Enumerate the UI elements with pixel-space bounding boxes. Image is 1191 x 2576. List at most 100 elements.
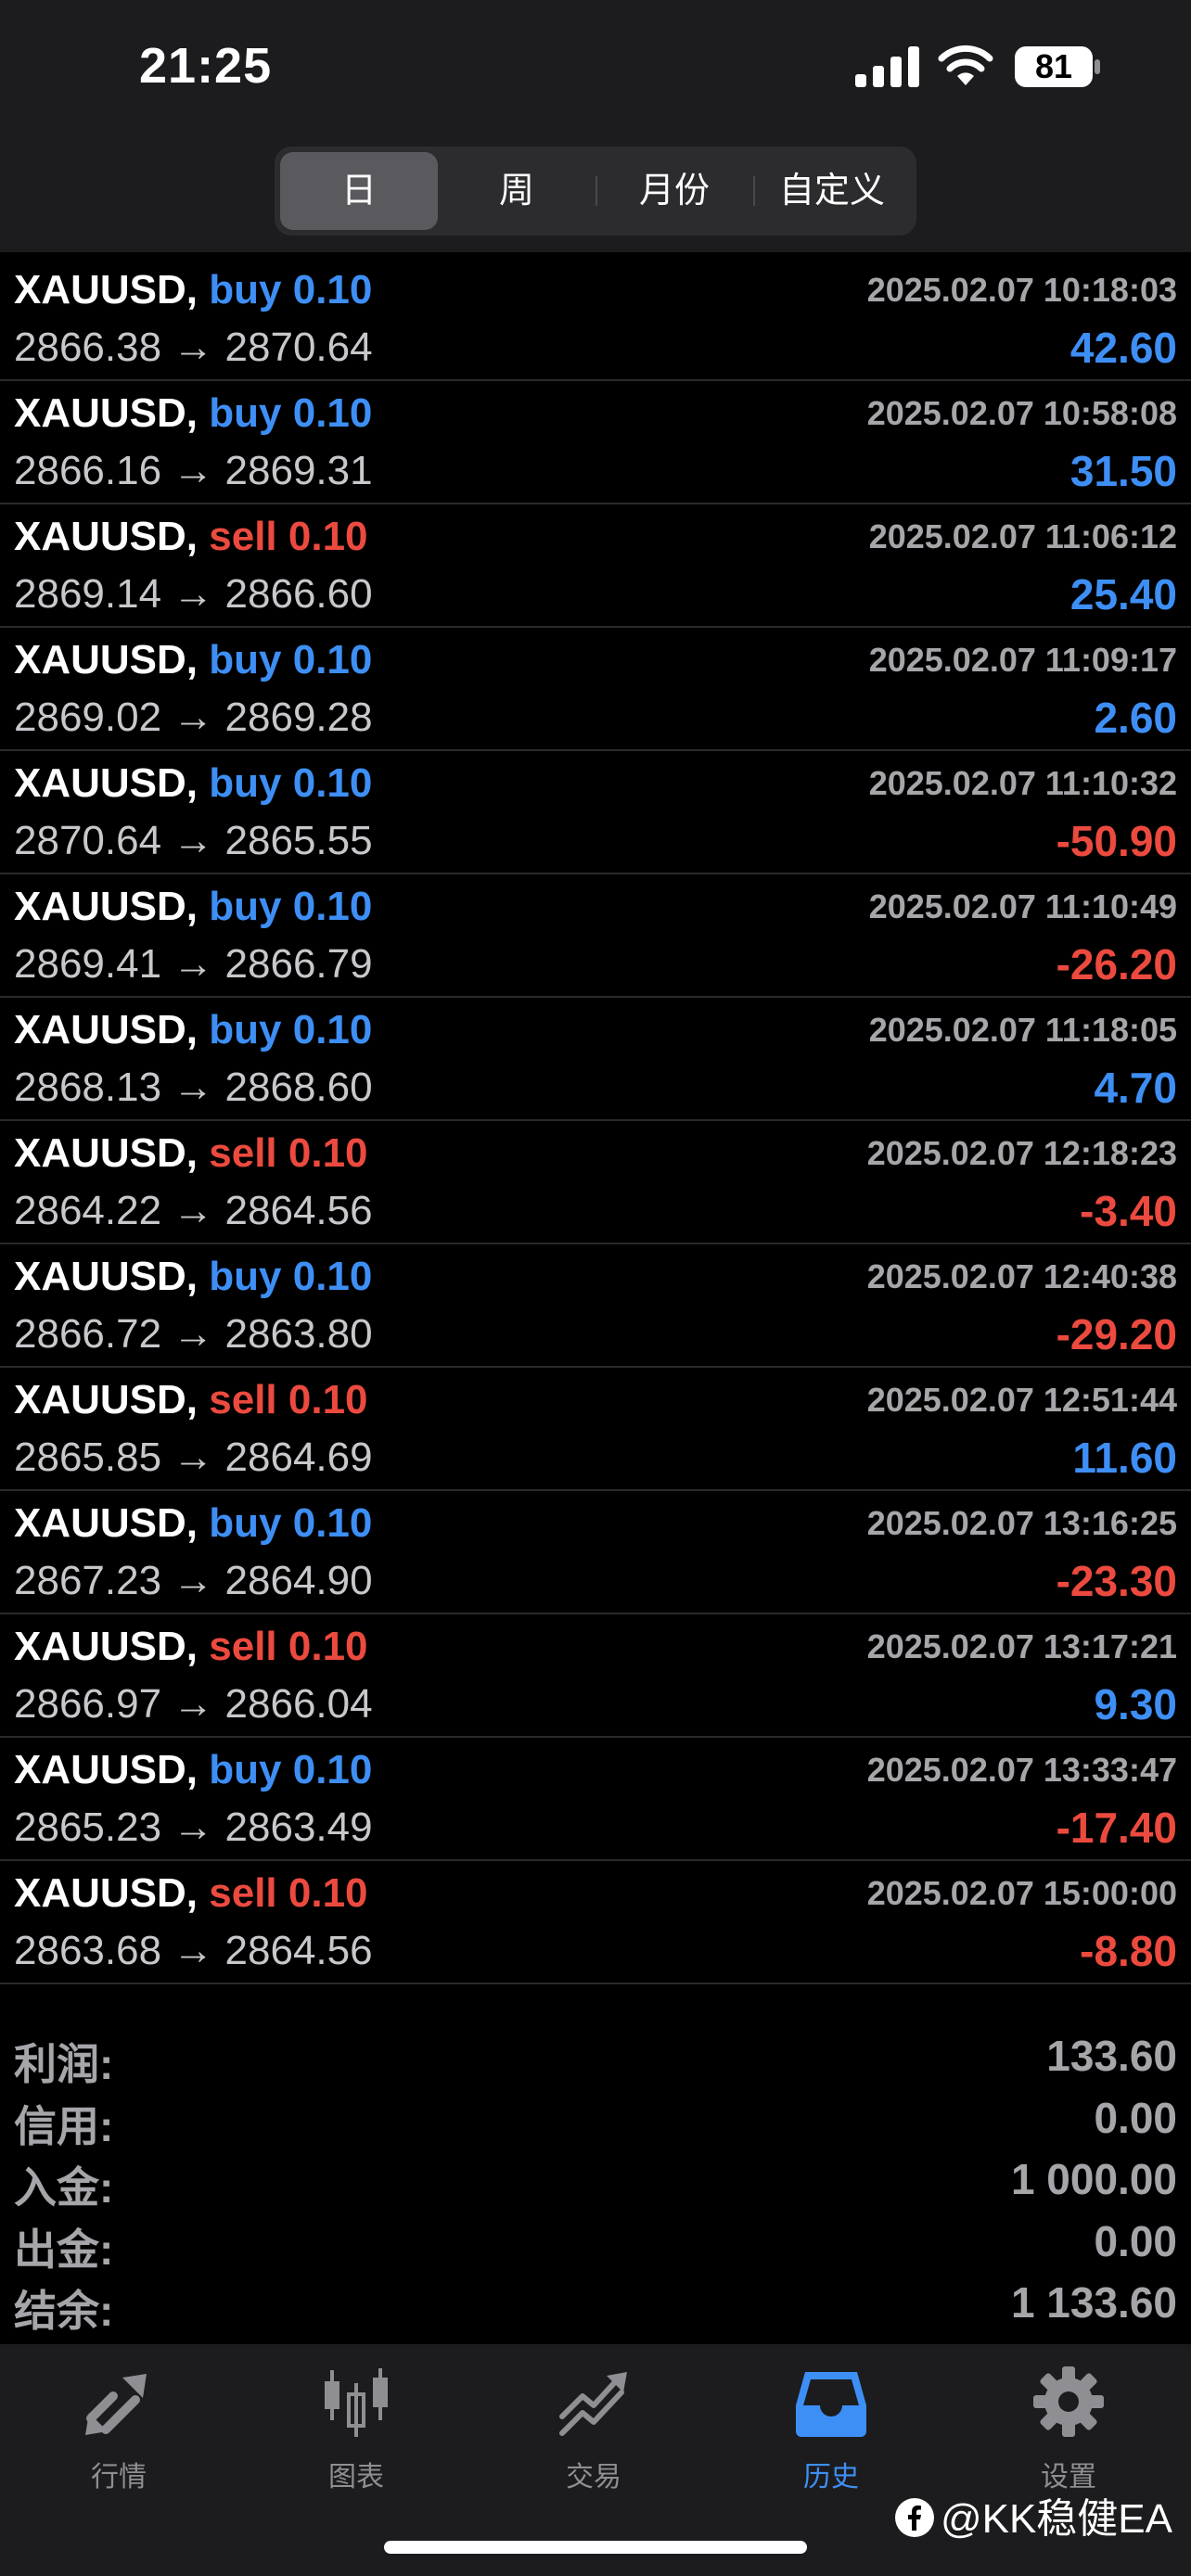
trade-prices: 2866.97 → 2866.04 — [14, 1681, 373, 1728]
summary-value: 1 133.60 — [1010, 2278, 1177, 2327]
trade-row[interactable]: XAUUSD, sell 0.10 2866.97 → 2866.04 2025.0… — [0, 1614, 1191, 1738]
tab-trade[interactable]: 交易 — [475, 2344, 712, 2502]
trade-side: buy — [209, 760, 282, 806]
trade-profit: -26.20 — [1056, 940, 1177, 988]
trade-row[interactable]: XAUUSD, sell 0.10 2863.68 → 2864.56 2025.0… — [0, 1861, 1191, 1984]
trade-volume: 0.10 — [288, 1377, 368, 1422]
trade-symbol: XAUUSD, — [14, 1130, 198, 1176]
trade-row[interactable]: XAUUSD, buy 0.10 2866.16 → 2869.31 2025.02… — [0, 381, 1191, 504]
arrow-right-icon: → — [173, 571, 214, 617]
trade-row[interactable]: XAUUSD, buy 0.10 2869.41 → 2866.79 2025.02… — [0, 874, 1191, 998]
trade-prices: 2869.14 → 2866.60 — [14, 571, 373, 618]
trade-prices: 2864.22 → 2864.56 — [14, 1188, 373, 1234]
trade-side: buy — [209, 884, 282, 929]
quotes-arrows-icon — [85, 2374, 147, 2435]
period-tab-week[interactable]: 周 — [438, 152, 596, 230]
arrow-right-icon: → — [173, 1435, 214, 1480]
trade-open-price: 2865.23 — [14, 1804, 162, 1850]
trade-prices: 2865.23 → 2863.49 — [14, 1804, 373, 1851]
trade-title: XAUUSD, sell 0.10 — [14, 1130, 368, 1177]
trade-symbol: XAUUSD, — [14, 1747, 198, 1792]
period-segmented-control: 日 周 月份 自定义 — [275, 147, 916, 236]
trade-volume: 0.10 — [292, 760, 373, 806]
trade-title: XAUUSD, buy 0.10 — [14, 1254, 372, 1300]
trade-close-price: 2863.49 — [224, 1804, 373, 1850]
cellular-signal-icon — [855, 46, 919, 87]
trade-volume: 0.10 — [288, 1130, 368, 1176]
trade-prices: 2863.68 → 2864.56 — [14, 1928, 373, 1974]
trade-row[interactable]: XAUUSD, buy 0.10 2867.23 → 2864.90 2025.02… — [0, 1491, 1191, 1614]
trade-open-price: 2869.02 — [14, 695, 162, 740]
period-tab-day[interactable]: 日 — [280, 152, 438, 230]
trade-prices: 2866.38 → 2870.64 — [14, 325, 373, 371]
tab-history[interactable]: 历史 — [712, 2344, 950, 2502]
trade-open-price: 2866.38 — [14, 325, 162, 370]
trade-symbol: XAUUSD, — [14, 884, 198, 929]
trade-profit: 9.30 — [1094, 1680, 1177, 1728]
summary-row: 出金: 0.00 — [0, 2211, 1191, 2274]
arrow-right-icon: → — [173, 1311, 214, 1357]
trade-close-price: 2866.04 — [224, 1681, 373, 1727]
trade-title: XAUUSD, buy 0.10 — [14, 760, 372, 807]
trade-side: buy — [209, 267, 282, 312]
trade-open-price: 2864.22 — [14, 1188, 162, 1233]
trade-prices: 2869.02 → 2869.28 — [14, 695, 373, 741]
trade-row[interactable]: XAUUSD, buy 0.10 2869.02 → 2869.28 2025.02… — [0, 628, 1191, 751]
trade-symbol: XAUUSD, — [14, 760, 198, 806]
trade-title: XAUUSD, buy 0.10 — [14, 637, 372, 683]
trade-title: XAUUSD, buy 0.10 — [14, 1500, 372, 1547]
trade-symbol: XAUUSD, — [14, 1870, 198, 1916]
summary-value: 133.60 — [1046, 2032, 1177, 2080]
trade-row[interactable]: XAUUSD, buy 0.10 2865.23 → 2863.49 2025.02… — [0, 1738, 1191, 1861]
arrow-right-icon: → — [173, 941, 214, 987]
trade-row[interactable]: XAUUSD, buy 0.10 2866.38 → 2870.64 2025.02… — [0, 258, 1191, 381]
tab-quotes[interactable]: 行情 — [0, 2344, 237, 2502]
tab-quotes-label: 行情 — [91, 2462, 147, 2493]
trade-title: XAUUSD, buy 0.10 — [14, 1747, 372, 1793]
trade-prices: 2866.16 → 2869.31 — [14, 448, 373, 494]
header: 21:25 81 日 周 月份 自定义 — [0, 0, 1191, 252]
period-tab-month[interactable]: 月份 — [596, 152, 753, 230]
trade-symbol: XAUUSD, — [14, 1254, 198, 1299]
summary-value: 0.00 — [1094, 2216, 1177, 2265]
arrow-right-icon: → — [173, 818, 214, 863]
trade-volume: 0.10 — [292, 1254, 373, 1299]
account-summary: 利润: 133.60 信用: 0.00 入金: 1 000.00 出金: 0.00 结余: 1 1… — [0, 2025, 1191, 2335]
trade-volume: 0.10 — [292, 390, 373, 436]
trade-prices: 2867.23 → 2864.90 — [14, 1558, 373, 1604]
summary-label: 利润: — [14, 2040, 114, 2088]
tab-settings[interactable]: 设置 — [950, 2344, 1187, 2502]
summary-row: 信用: 0.00 — [0, 2087, 1191, 2150]
trade-title: XAUUSD, buy 0.10 — [14, 884, 372, 930]
trade-close-price: 2866.79 — [224, 941, 373, 987]
trade-time: 2025.02.07 11:09:17 — [868, 641, 1177, 679]
trade-symbol: XAUUSD, — [14, 267, 198, 312]
trade-close-price: 2866.60 — [224, 571, 373, 617]
trade-profit: 25.40 — [1069, 570, 1177, 618]
wifi-icon — [938, 45, 993, 85]
trade-open-price: 2869.41 — [14, 941, 162, 987]
trade-time: 2025.02.07 12:51:44 — [866, 1381, 1177, 1419]
trade-close-price: 2869.31 — [224, 448, 373, 493]
trade-row[interactable]: XAUUSD, buy 0.10 2870.64 → 2865.55 2025.02… — [0, 751, 1191, 874]
trade-prices: 2868.13 → 2868.60 — [14, 1065, 373, 1111]
tab-charts-label: 图表 — [328, 2462, 384, 2493]
status-time: 21:25 — [139, 38, 273, 94]
trade-prices: 2865.85 → 2864.69 — [14, 1435, 373, 1481]
trade-time: 2025.02.07 15:00:00 — [866, 1874, 1177, 1912]
tab-charts[interactable]: 图表 — [237, 2344, 475, 2502]
trade-volume: 0.10 — [292, 884, 373, 929]
trade-time: 2025.02.07 11:18:05 — [868, 1011, 1177, 1049]
trade-symbol: XAUUSD, — [14, 1500, 198, 1546]
trade-row[interactable]: XAUUSD, sell 0.10 2864.22 → 2864.56 2025.0… — [0, 1121, 1191, 1244]
period-tab-custom[interactable]: 自定义 — [753, 152, 911, 230]
trade-row[interactable]: XAUUSD, buy 0.10 2868.13 → 2868.60 2025.02… — [0, 998, 1191, 1121]
trade-symbol: XAUUSD, — [14, 1624, 198, 1669]
summary-row: 利润: 133.60 — [0, 2025, 1191, 2088]
trade-row[interactable]: XAUUSD, buy 0.10 2866.72 → 2863.80 2025.02… — [0, 1244, 1191, 1368]
trade-row[interactable]: XAUUSD, sell 0.10 2865.85 → 2864.69 2025.0… — [0, 1368, 1191, 1491]
gear-icon — [1033, 2366, 1104, 2437]
trade-side: sell — [209, 1377, 277, 1422]
trade-row[interactable]: XAUUSD, sell 0.10 2869.14 → 2866.60 2025.0… — [0, 504, 1191, 628]
trade-volume: 0.10 — [292, 637, 373, 682]
